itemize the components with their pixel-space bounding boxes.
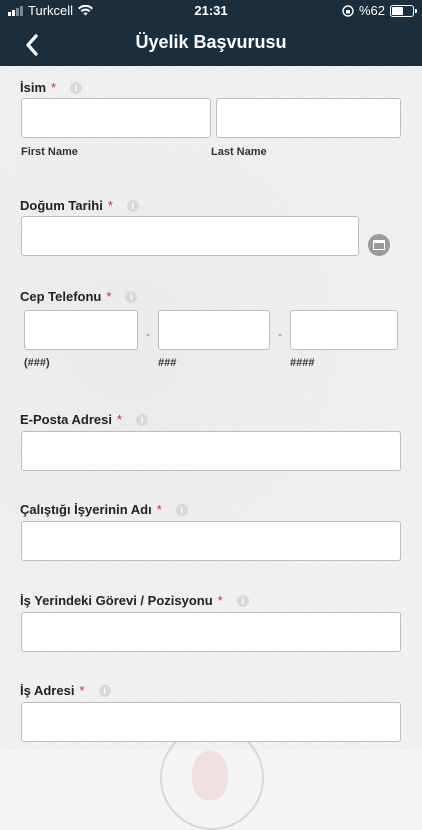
phone-prefix-caption: ### bbox=[158, 357, 177, 369]
page-title: Üyelik Başvurusu bbox=[135, 32, 287, 52]
calendar-icon[interactable] bbox=[368, 234, 390, 256]
orientation-lock-icon bbox=[342, 4, 354, 17]
address-label: İş Adresi * i bbox=[20, 683, 111, 698]
birth-date-input[interactable] bbox=[21, 216, 359, 256]
name-label-text: İsim bbox=[20, 80, 47, 95]
employer-label-text: Çalıştığı İşyerinin Adı bbox=[20, 502, 152, 517]
info-icon[interactable]: i bbox=[70, 81, 83, 94]
position-label-text: İş Yerindeki Görevi / Pozisyonu bbox=[20, 593, 213, 608]
battery-fill bbox=[392, 6, 404, 15]
battery-percent: %62 bbox=[358, 3, 385, 18]
phone-line-input[interactable] bbox=[290, 310, 398, 350]
required-marker: * bbox=[156, 502, 162, 517]
birth-date-label-text: Doğum Tarihi bbox=[20, 198, 103, 213]
info-icon[interactable]: i bbox=[98, 684, 111, 697]
phone-prefix-input[interactable] bbox=[158, 310, 270, 350]
phone-label-text: Cep Telefonu bbox=[20, 289, 102, 304]
phone-line-caption: #### bbox=[290, 357, 315, 369]
phone-separator: - bbox=[146, 327, 150, 341]
position-input[interactable] bbox=[21, 612, 401, 652]
employer-label: Çalıştığı İşyerinin Adı * i bbox=[20, 502, 188, 517]
employer-input[interactable] bbox=[21, 521, 401, 561]
top-bar: Turkcell 21:31 %62 Üyelik Başvurusu bbox=[0, 0, 422, 66]
info-icon[interactable]: i bbox=[136, 413, 149, 426]
battery-icon bbox=[390, 4, 417, 17]
birth-date-label: Doğum Tarihi * i bbox=[20, 198, 139, 213]
required-marker: * bbox=[106, 289, 112, 304]
email-label-text: E-Posta Adresi bbox=[20, 412, 112, 427]
email-label: E-Posta Adresi * i bbox=[20, 412, 149, 427]
phone-area-code-input[interactable] bbox=[24, 310, 138, 350]
status-bar: Turkcell 21:31 %62 bbox=[0, 0, 422, 22]
phone-separator: - bbox=[278, 327, 282, 341]
last-name-input[interactable] bbox=[216, 98, 401, 138]
required-marker: * bbox=[79, 683, 85, 698]
last-name-caption: Last Name bbox=[211, 146, 267, 158]
email-input[interactable] bbox=[21, 431, 401, 471]
address-label-text: İş Adresi bbox=[20, 683, 75, 698]
phone-label: Cep Telefonu * i bbox=[20, 289, 138, 304]
required-marker: * bbox=[107, 198, 113, 213]
info-icon[interactable]: i bbox=[126, 199, 139, 212]
required-marker: * bbox=[117, 412, 123, 427]
first-name-input[interactable] bbox=[21, 98, 211, 138]
info-icon[interactable]: i bbox=[175, 503, 188, 516]
required-marker: * bbox=[217, 593, 223, 608]
info-icon[interactable]: i bbox=[125, 290, 138, 303]
first-name-caption: First Name bbox=[21, 146, 78, 158]
address-input[interactable] bbox=[21, 702, 401, 742]
required-marker: * bbox=[51, 80, 57, 95]
position-label: İş Yerindeki Görevi / Pozisyonu * i bbox=[20, 593, 249, 608]
name-label: İsim * i bbox=[20, 80, 83, 95]
phone-area-caption: (###) bbox=[24, 357, 50, 369]
info-icon[interactable]: i bbox=[236, 594, 249, 607]
